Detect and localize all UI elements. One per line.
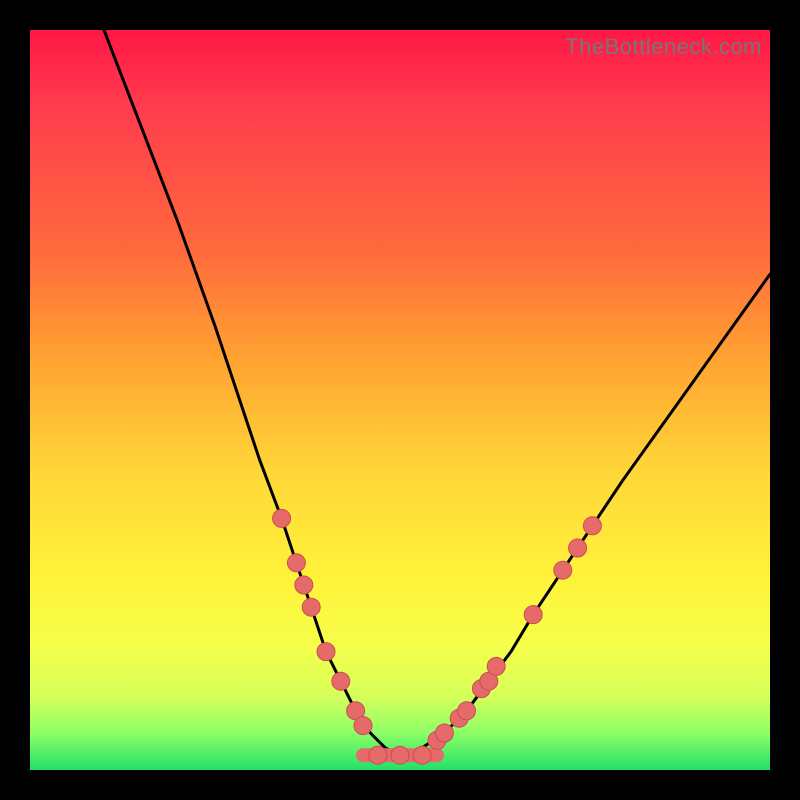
data-marker (413, 746, 431, 764)
data-marker (487, 657, 505, 675)
chart-svg (30, 30, 770, 770)
data-marker (369, 746, 387, 764)
data-marker (332, 672, 350, 690)
plot-area: TheBottleneck.com (30, 30, 770, 770)
data-marker (435, 724, 453, 742)
data-marker (583, 517, 601, 535)
series-left-curve (104, 30, 400, 755)
data-marker (554, 561, 572, 579)
data-marker (569, 539, 587, 557)
data-marker (287, 554, 305, 572)
data-marker (391, 746, 409, 764)
data-marker (524, 606, 542, 624)
data-marker (317, 643, 335, 661)
chart-frame: TheBottleneck.com (0, 0, 800, 800)
data-marker (458, 702, 476, 720)
curve-paths (104, 30, 770, 755)
data-marker (354, 717, 372, 735)
data-marker (295, 576, 313, 594)
data-marker (273, 509, 291, 527)
data-marker (302, 598, 320, 616)
series-right-curve (400, 274, 770, 755)
